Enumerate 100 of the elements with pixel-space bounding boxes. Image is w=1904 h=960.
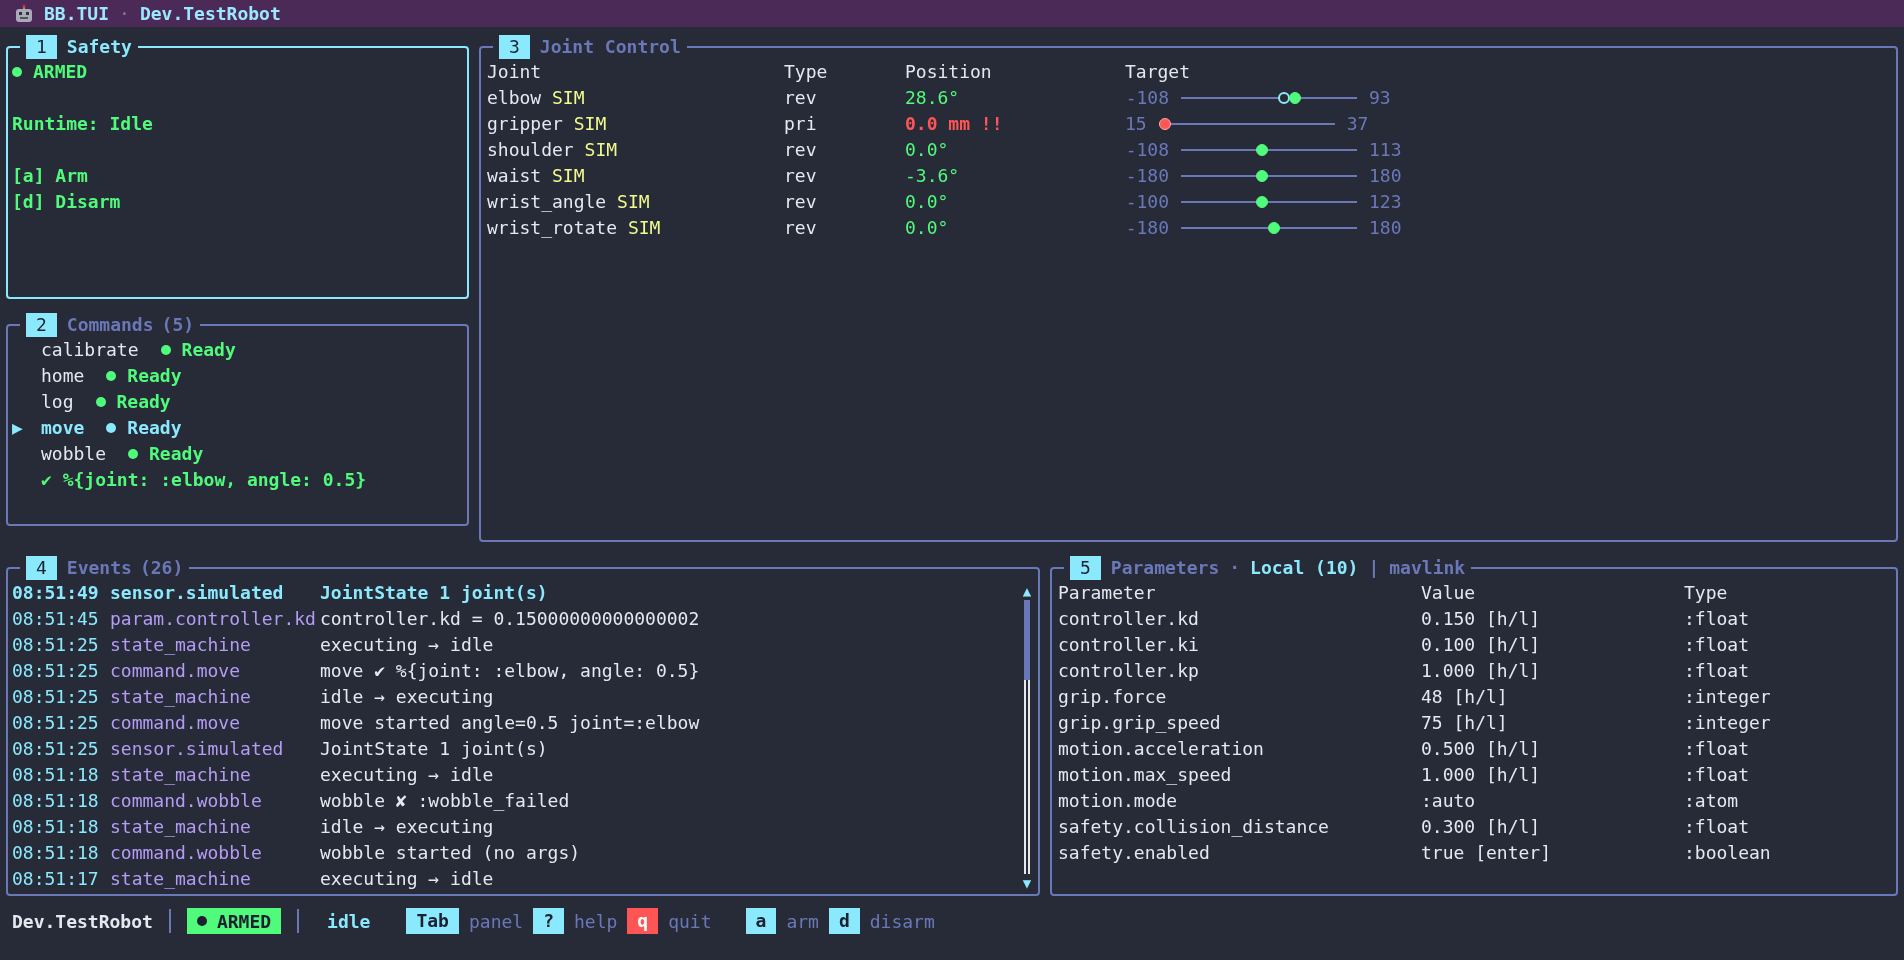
parameter-value: 0.100 [h/l]: [1421, 633, 1542, 657]
event-time: 08:51:18: [12, 763, 100, 787]
key-label: disarm: [869, 910, 935, 932]
min-value: 15: [1125, 112, 1147, 136]
key-action[interactable]: [a] Arm: [12, 163, 88, 189]
event-time: 08:51:25: [12, 659, 100, 683]
slider-thumb[interactable]: [1158, 118, 1171, 130]
selection-marker: ▶: [12, 416, 24, 440]
event-row[interactable]: 08:51:25 state_machine idle → executing: [12, 684, 1020, 710]
panel-number: 4: [26, 556, 57, 580]
column-header: Type: [1684, 581, 1729, 605]
joint-name: wrist_rotate SIM: [487, 216, 662, 240]
slider-thumb[interactable]: [1256, 144, 1269, 156]
parameter-type: :float: [1684, 633, 1751, 657]
event-row[interactable]: 08:51:18 state_machine executing → idle: [12, 762, 1020, 788]
event-time: 08:51:18: [12, 815, 100, 839]
event-message: executing → idle: [320, 867, 495, 891]
parameter-type: :atom: [1684, 789, 1740, 813]
event-time: 08:51:25: [12, 711, 100, 735]
slider-thumb[interactable]: [1256, 196, 1269, 208]
event-source: state_machine: [110, 633, 252, 657]
key-label: quit: [668, 910, 712, 932]
command-item[interactable]: calibrate: [41, 337, 139, 363]
command-item[interactable]: wobble: [41, 441, 107, 467]
command-item[interactable]: home: [41, 363, 85, 389]
event-row[interactable]: 08:51:25 state_machine executing → idle: [12, 632, 1020, 658]
parameter-value: 1.000 [h/l]: [1421, 659, 1542, 683]
event-row[interactable]: 08:51:18 state_machine idle → executing: [12, 814, 1020, 840]
parameter-type: :float: [1684, 737, 1751, 761]
position-value: 0.0°: [905, 138, 950, 162]
event-row[interactable]: 08:51:49 sensor.simulated JointState 1 joint(s): [12, 580, 1020, 606]
key-hint[interactable]: ?: [533, 908, 564, 934]
event-time: 08:51:18: [12, 841, 100, 865]
event-row[interactable]: 08:51:18 command.wobble wobble started (no args): [12, 840, 1020, 866]
slider-thumb[interactable]: [1256, 170, 1269, 182]
event-time: 08:51:25: [12, 633, 100, 657]
column-header: Value: [1421, 581, 1477, 605]
scrollbar-thumb[interactable]: [1024, 600, 1030, 680]
key-hint[interactable]: d: [828, 908, 860, 934]
command-status: Ready: [181, 338, 236, 362]
slider-thumb[interactable]: [1289, 92, 1302, 104]
parameter-name: grip.grip_speed: [1058, 711, 1222, 735]
command-result: ✔ %{joint: :elbow, angle: 0.5}: [41, 468, 367, 492]
parameter-type: :float: [1684, 607, 1751, 631]
parameter-value: 48 [h/l]: [1421, 685, 1509, 709]
event-row[interactable]: 08:51:18 command.wobble wobble ✘ :wobble_failed: [12, 788, 1020, 814]
key-hint[interactable]: Tab: [406, 908, 459, 934]
table-cell-text: pri: [784, 112, 818, 136]
parameter-name: controller.kd: [1058, 607, 1200, 631]
event-row[interactable]: 08:51:17 state_machine executing → idle: [12, 866, 1020, 892]
event-row[interactable]: 08:51:25 command.move move started angle=0.5 joint=:elbow: [12, 710, 1020, 736]
table-cell-text: rev: [784, 138, 818, 162]
table-cell-text: rev: [784, 190, 818, 214]
event-row[interactable]: 08:51:45 param.controller.kd controller.kd = 0.15000000000000002: [12, 606, 1020, 632]
event-row[interactable]: 08:51:25 sensor.simulated JointState 1 joint(s): [12, 736, 1020, 762]
robot-name: Dev.TestRobot: [12, 910, 153, 932]
source-tab[interactable]: Local (10): [1250, 556, 1359, 580]
status-dot: [128, 449, 139, 459]
column-header: Target: [1125, 60, 1192, 84]
event-message: wobble ✘ :wobble_failed: [320, 789, 571, 813]
table-cell-text: rev: [784, 86, 818, 110]
status-dot: [95, 397, 106, 407]
command-item[interactable]: move: [41, 415, 85, 441]
event-source: state_machine: [110, 815, 252, 839]
max-value: 180: [1369, 164, 1402, 188]
scroll-up-arrow[interactable]: ▲: [1022, 582, 1032, 600]
position-value: 0.0°: [905, 216, 950, 240]
panel-count: (26): [139, 556, 184, 580]
panel-number: 3: [499, 35, 530, 59]
event-source: sensor.simulated: [110, 581, 285, 605]
event-message: controller.kd = 0.15000000000000002: [320, 607, 701, 631]
app-title: BB.TUI: [44, 3, 110, 24]
event-source: param.controller.kd: [110, 607, 317, 631]
parameter-value: :auto: [1421, 789, 1477, 813]
joint-name: elbow SIM: [487, 86, 586, 110]
event-time: 08:51:18: [12, 789, 100, 813]
scroll-down-arrow[interactable]: ▼: [1022, 874, 1032, 892]
parameter-type: :boolean: [1684, 841, 1772, 865]
key-hint[interactable]: a: [745, 908, 777, 934]
key-label: help: [574, 910, 618, 932]
parameter-name: safety.enabled: [1058, 841, 1211, 865]
key-label: panel: [468, 910, 524, 932]
key-action[interactable]: [d] Disarm: [12, 189, 121, 215]
column-header: Parameter: [1058, 581, 1157, 605]
column-header: Joint: [487, 60, 543, 84]
max-value: 113: [1369, 138, 1402, 162]
panel-title: Parameters: [1110, 556, 1220, 580]
command-status: Ready: [149, 442, 204, 466]
command-item[interactable]: log: [41, 389, 74, 415]
scrollbar-track[interactable]: [1024, 600, 1030, 874]
event-row[interactable]: 08:51:25 command.move move ✔ %{joint: :elbow, angle: 0.5}: [12, 658, 1020, 684]
position-value: 0.0 mm !!: [905, 112, 1004, 136]
event-source: state_machine: [110, 867, 252, 891]
event-time: 08:51:45: [12, 607, 100, 631]
parameter-type: :float: [1684, 763, 1751, 787]
event-source: command.move: [110, 659, 242, 683]
slider-thumb[interactable]: [1267, 222, 1280, 234]
event-time: 08:51:49: [12, 581, 100, 605]
parameter-value: 1.000 [h/l]: [1421, 763, 1542, 787]
event-source: sensor.simulated: [110, 737, 285, 761]
